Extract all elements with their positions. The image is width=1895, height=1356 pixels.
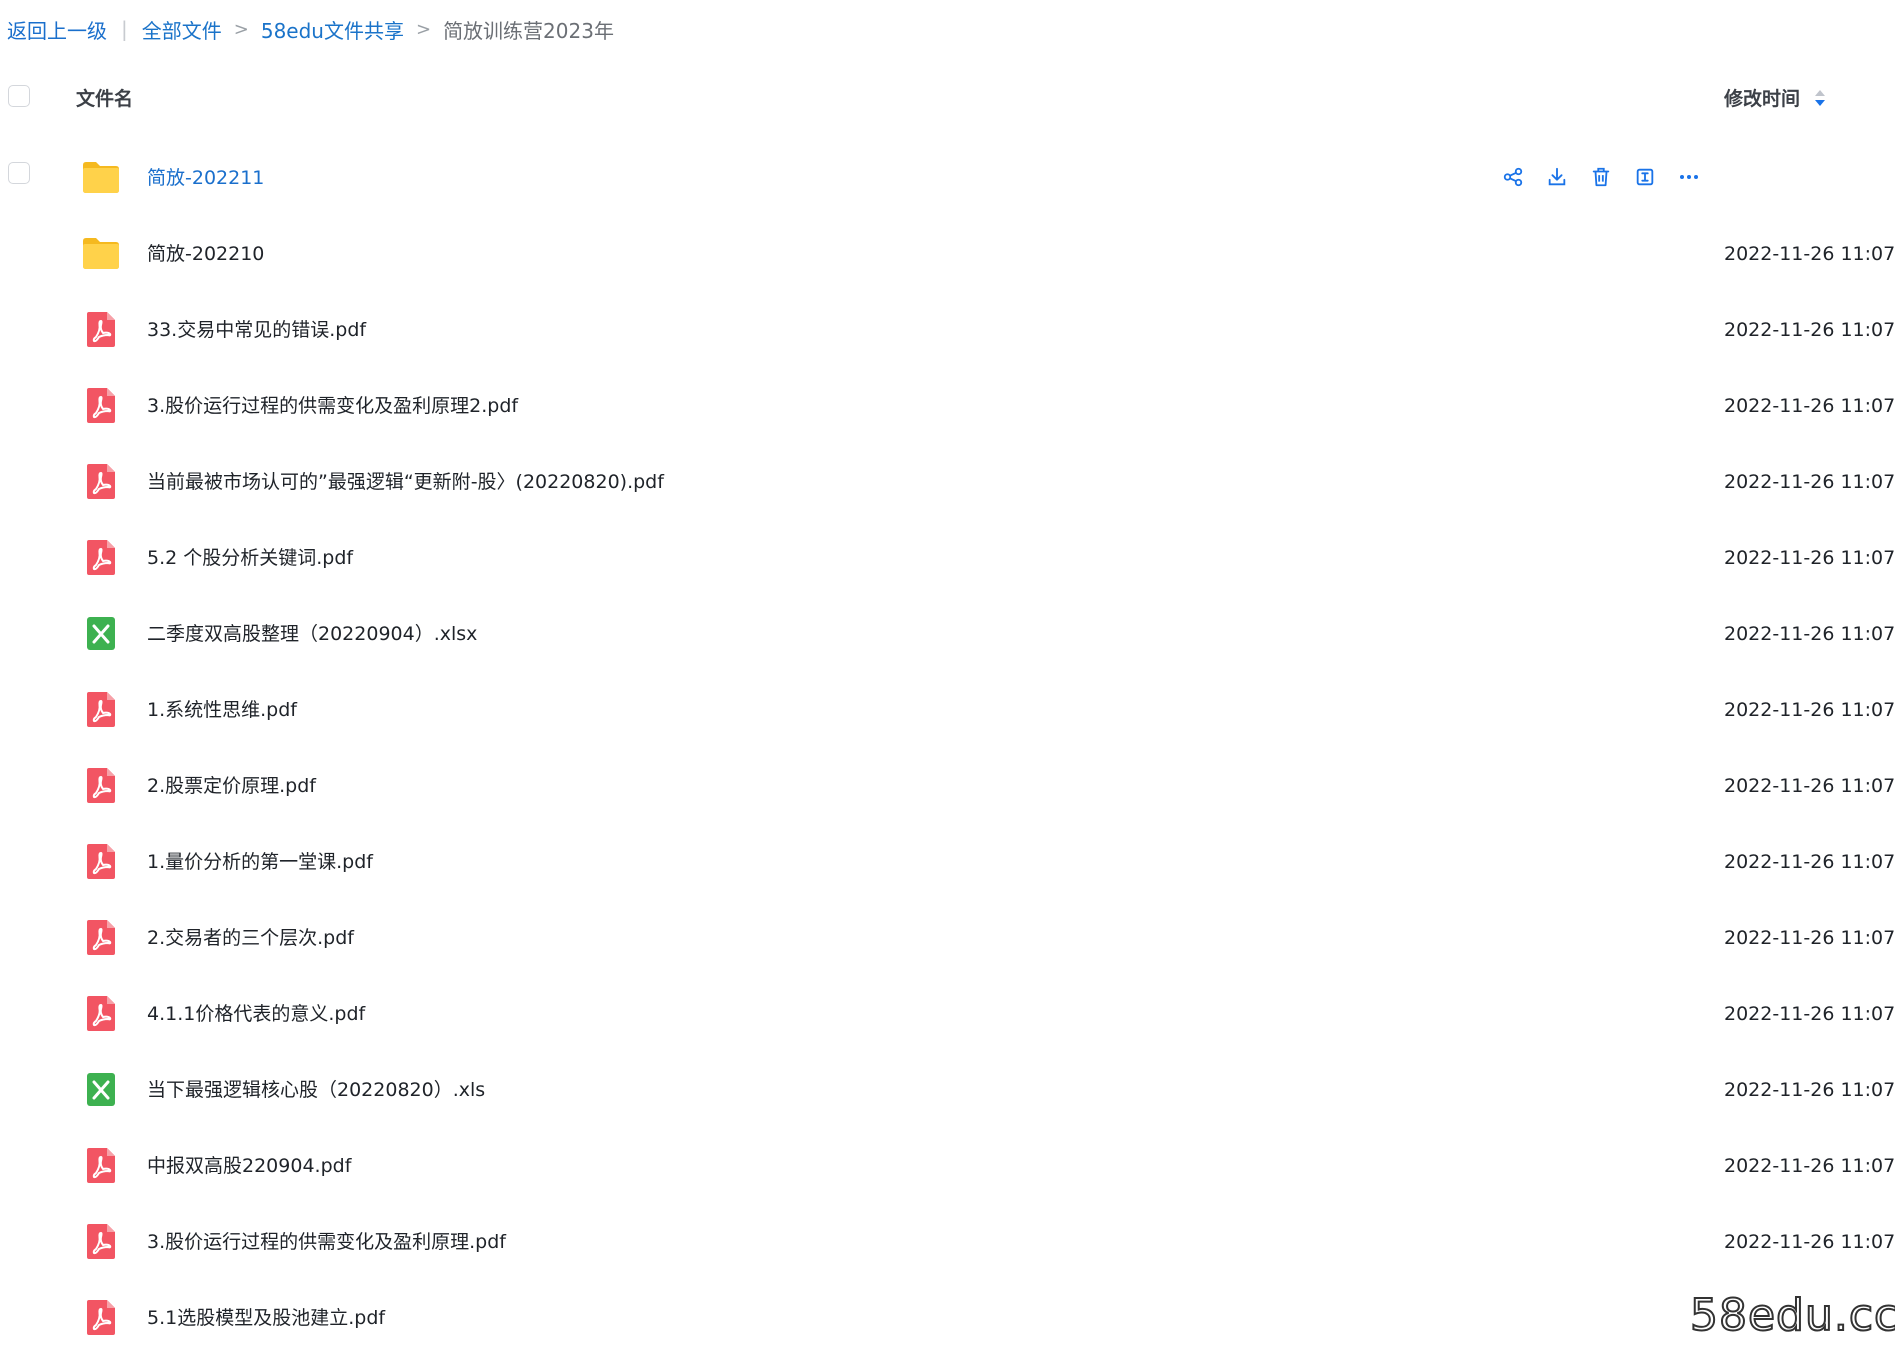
- file-row[interactable]: 3.股价运行过程的供需变化及盈利原理.pdf 2022-11-26 11:07: [0, 1204, 1895, 1280]
- row-checkbox[interactable]: [8, 162, 30, 184]
- file-row[interactable]: 2.交易者的三个层次.pdf 2022-11-26 11:07: [0, 900, 1895, 976]
- file-name[interactable]: 5.1选股模型及股池建立.pdf: [147, 1280, 385, 1356]
- file-row[interactable]: 1.量价分析的第一堂课.pdf 2022-11-26 11:07: [0, 824, 1895, 900]
- breadcrumb-all-files[interactable]: 全部文件: [142, 15, 222, 44]
- pdf-file-icon: [80, 840, 122, 882]
- sort-icon[interactable]: [1814, 88, 1826, 108]
- file-row[interactable]: 1.系统性思维.pdf 2022-11-26 11:07: [0, 672, 1895, 748]
- delete-icon[interactable]: [1588, 164, 1614, 190]
- file-row[interactable]: 2.股票定价原理.pdf 2022-11-26 11:07: [0, 748, 1895, 824]
- file-name[interactable]: 简放-202210: [147, 216, 264, 292]
- pdf-file-icon: [80, 916, 122, 958]
- modified-time: 2022-11-26 11:07: [1724, 927, 1895, 949]
- file-name[interactable]: 当下最强逻辑核心股（20220820）.xls: [147, 1052, 485, 1128]
- file-row[interactable]: 二季度双高股整理（20220904）.xlsx 2022-11-26 11:07: [0, 596, 1895, 672]
- file-name[interactable]: 3.股价运行过程的供需变化及盈利原理.pdf: [147, 1204, 506, 1280]
- file-name[interactable]: 5.2 个股分析关键词.pdf: [147, 520, 353, 596]
- pdf-file-icon: [80, 384, 122, 426]
- file-name[interactable]: 中报双高股220904.pdf: [147, 1128, 351, 1204]
- modified-time: 2022-11-26 11:07: [1724, 1003, 1895, 1025]
- file-name[interactable]: 当前最被市场认可的”最强逻辑“更新附-股〉(20220820).pdf: [147, 444, 664, 520]
- pdf-file-icon: [80, 992, 122, 1034]
- file-row[interactable]: 5.1选股模型及股池建立.pdf: [0, 1280, 1895, 1356]
- file-row[interactable]: 4.1.1价格代表的意义.pdf 2022-11-26 11:07: [0, 976, 1895, 1052]
- file-row[interactable]: 33.交易中常见的错误.pdf 2022-11-26 11:07: [0, 292, 1895, 368]
- breadcrumb-current: 简放训练营2023年: [443, 18, 614, 43]
- watermark-text: 58edu.cc: [1689, 1289, 1895, 1342]
- file-row[interactable]: 当下最强逻辑核心股（20220820）.xls 2022-11-26 11:07: [0, 1052, 1895, 1128]
- modified-time: 2022-11-26 11:07: [1724, 243, 1895, 265]
- pdf-file-icon: [80, 1220, 122, 1262]
- modified-time: 2022-11-26 11:07: [1724, 319, 1895, 341]
- modified-time: 2022-11-26 11:07: [1724, 623, 1895, 645]
- breadcrumb-separator: >: [415, 18, 432, 40]
- modified-time: 2022-11-26 11:07: [1724, 395, 1895, 417]
- file-name[interactable]: 简放-202211: [147, 140, 264, 216]
- file-list-header: 文件名 修改时间: [0, 72, 1895, 122]
- pdf-file-icon: [80, 688, 122, 730]
- modified-time: 2022-11-26 11:07: [1724, 547, 1895, 569]
- excel-file-icon: [80, 1068, 122, 1110]
- file-row[interactable]: 简放-202211: [0, 140, 1895, 216]
- breadcrumb: 返回上一级 | 全部文件 > 58edu文件共享 > 简放训练营2023年: [7, 14, 614, 44]
- share-icon[interactable]: [1500, 164, 1526, 190]
- modified-time: 2022-11-26 11:07: [1724, 851, 1895, 873]
- column-header-name[interactable]: 文件名: [76, 84, 133, 111]
- file-name[interactable]: 3.股价运行过程的供需变化及盈利原理2.pdf: [147, 368, 518, 444]
- excel-file-icon: [80, 612, 122, 654]
- download-icon[interactable]: [1544, 164, 1570, 190]
- back-link[interactable]: 返回上一级: [7, 15, 107, 44]
- pdf-file-icon: [80, 460, 122, 502]
- file-name[interactable]: 2.交易者的三个层次.pdf: [147, 900, 354, 976]
- pdf-file-icon: [80, 308, 122, 350]
- more-icon[interactable]: [1676, 164, 1702, 190]
- file-row[interactable]: 当前最被市场认可的”最强逻辑“更新附-股〉(20220820).pdf 2022-…: [0, 444, 1895, 520]
- file-name[interactable]: 2.股票定价原理.pdf: [147, 748, 316, 824]
- modified-time: 2022-11-26 11:07: [1724, 775, 1895, 797]
- file-row[interactable]: 中报双高股220904.pdf 2022-11-26 11:07: [0, 1128, 1895, 1204]
- file-name[interactable]: 1.系统性思维.pdf: [147, 672, 297, 748]
- modified-time: 2022-11-26 11:07: [1724, 471, 1895, 493]
- pdf-file-icon: [80, 536, 122, 578]
- select-all-checkbox[interactable]: [8, 85, 30, 107]
- rename-icon[interactable]: [1632, 164, 1658, 190]
- row-actions: [1500, 164, 1702, 190]
- column-header-time-label: 修改时间: [1724, 88, 1801, 110]
- file-name[interactable]: 1.量价分析的第一堂课.pdf: [147, 824, 373, 900]
- pdf-file-icon: [80, 1144, 122, 1186]
- modified-time: 2022-11-26 11:07: [1724, 1231, 1895, 1253]
- breadcrumb-separator: >: [233, 18, 249, 40]
- modified-time: 2022-11-26 11:07: [1724, 699, 1895, 721]
- file-name[interactable]: 二季度双高股整理（20220904）.xlsx: [147, 596, 477, 672]
- breadcrumb-divider: |: [121, 17, 128, 41]
- modified-time: 2022-11-26 11:07: [1724, 1155, 1895, 1177]
- modified-time: 2022-11-26 11:07: [1724, 1079, 1895, 1101]
- pdf-file-icon: [80, 1296, 122, 1338]
- breadcrumb-shared-folder[interactable]: 58edu文件共享: [261, 15, 404, 44]
- folder-icon: [80, 156, 122, 198]
- folder-icon: [80, 232, 122, 274]
- file-row[interactable]: 5.2 个股分析关键词.pdf 2022-11-26 11:07: [0, 520, 1895, 596]
- column-header-modified-time[interactable]: 修改时间: [1724, 84, 1826, 111]
- pdf-file-icon: [80, 764, 122, 806]
- file-name[interactable]: 33.交易中常见的错误.pdf: [147, 292, 366, 368]
- file-name[interactable]: 4.1.1价格代表的意义.pdf: [147, 976, 365, 1052]
- file-row[interactable]: 3.股价运行过程的供需变化及盈利原理2.pdf 2022-11-26 11:07: [0, 368, 1895, 444]
- file-row[interactable]: 简放-202210 2022-11-26 11:07: [0, 216, 1895, 292]
